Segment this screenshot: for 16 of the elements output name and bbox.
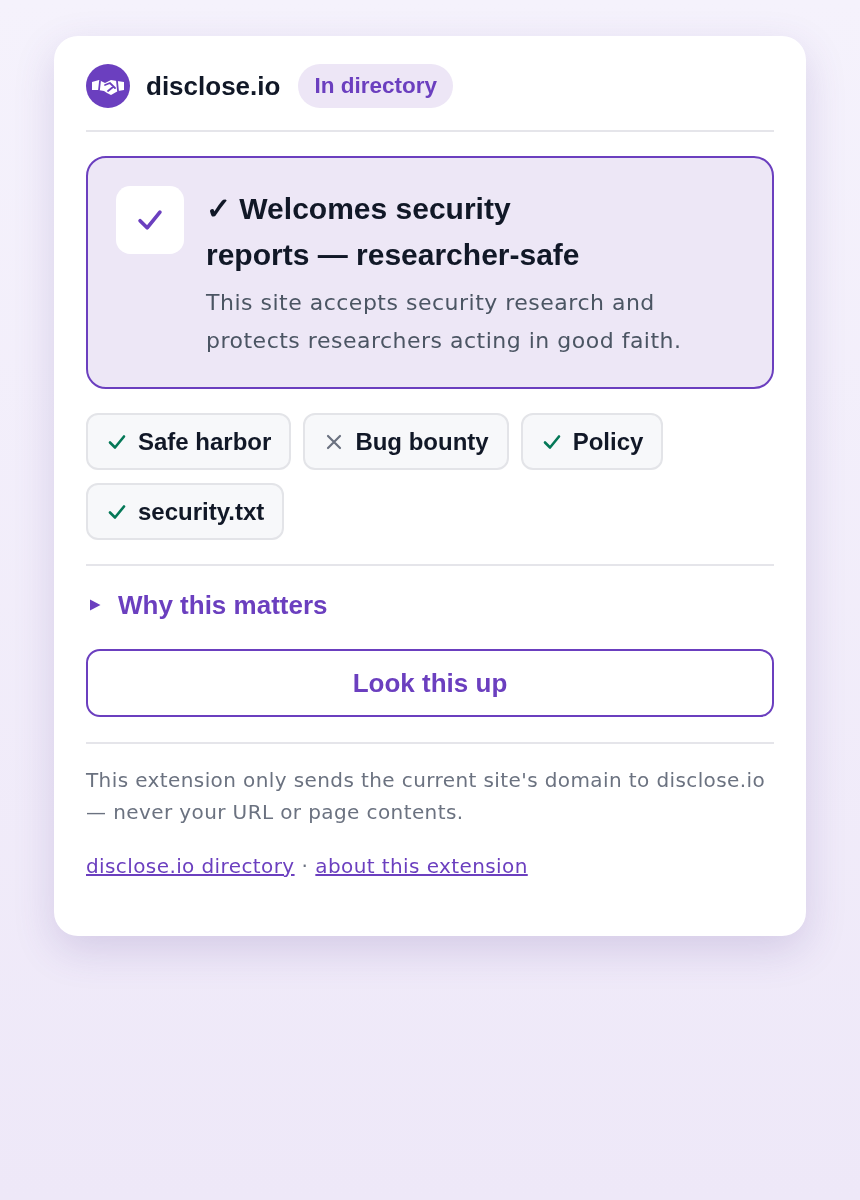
site-name: disclose.io — [146, 70, 281, 102]
footer-link[interactable]: disclose.io directory — [86, 850, 295, 882]
directory-badge: In directory — [298, 64, 453, 108]
verdict-title: ✓ Welcomes security reports — researcher-safe — [206, 191, 581, 273]
check-label: security.txt — [138, 497, 265, 526]
check-label: Policy — [572, 427, 644, 456]
check-label: Bug bounty — [355, 427, 489, 456]
check-icon — [116, 186, 184, 254]
handshake-logo-icon — [86, 64, 130, 108]
look-up-button[interactable]: Look this up — [86, 649, 774, 717]
link-separator: · — [301, 853, 309, 880]
verdict-description: This site accepts security research and protects researchers acting in good faith. — [206, 289, 683, 355]
disclosure-toggle[interactable]: Why this matters — [86, 589, 328, 621]
footer-link[interactable]: about this extension — [315, 850, 528, 882]
check-label: Safe harbor — [138, 427, 272, 456]
privacy-note: This extension only sends the current site's domain to disclose.io — never your URL or page contents. — [86, 767, 767, 826]
